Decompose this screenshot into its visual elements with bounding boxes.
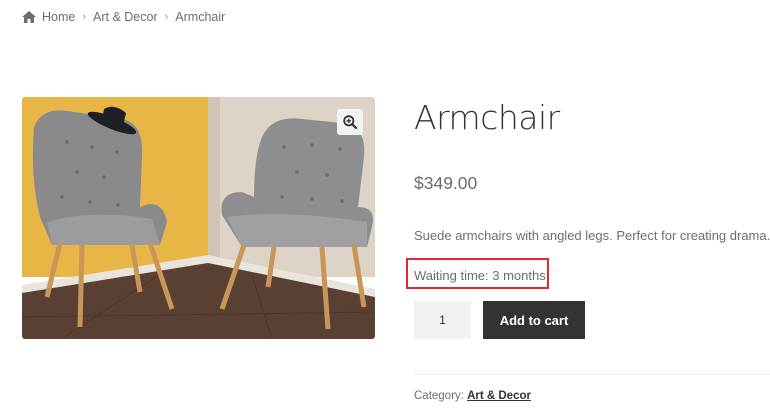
waiting-time: Waiting time: 3 months: [414, 268, 546, 283]
product-gallery[interactable]: [22, 97, 375, 339]
breadcrumb-current: Armchair: [175, 10, 226, 24]
product-image[interactable]: [22, 97, 375, 339]
breadcrumb: Home › Art & Decor › Armchair: [22, 10, 225, 24]
product-title: Armchair: [414, 98, 560, 137]
divider: [414, 374, 770, 375]
chevron-right-icon: ›: [164, 11, 169, 23]
zoom-button[interactable]: [337, 109, 363, 135]
zoom-in-icon: [343, 115, 357, 129]
product-description: Suede armchairs with angled legs. Perfec…: [414, 228, 770, 243]
chevron-right-icon: ›: [82, 11, 87, 23]
product-price: $349.00: [414, 173, 478, 193]
quantity-input[interactable]: [414, 301, 471, 339]
breadcrumb-home-link[interactable]: Home: [42, 10, 75, 24]
breadcrumb-category-link[interactable]: Art & Decor: [93, 10, 158, 24]
category-label: Category:: [414, 390, 464, 402]
category-link[interactable]: Art & Decor: [467, 390, 531, 402]
home-icon[interactable]: [22, 11, 36, 23]
product-meta: Category: Art & Decor: [414, 390, 531, 402]
add-to-cart-button[interactable]: Add to cart: [483, 301, 585, 339]
